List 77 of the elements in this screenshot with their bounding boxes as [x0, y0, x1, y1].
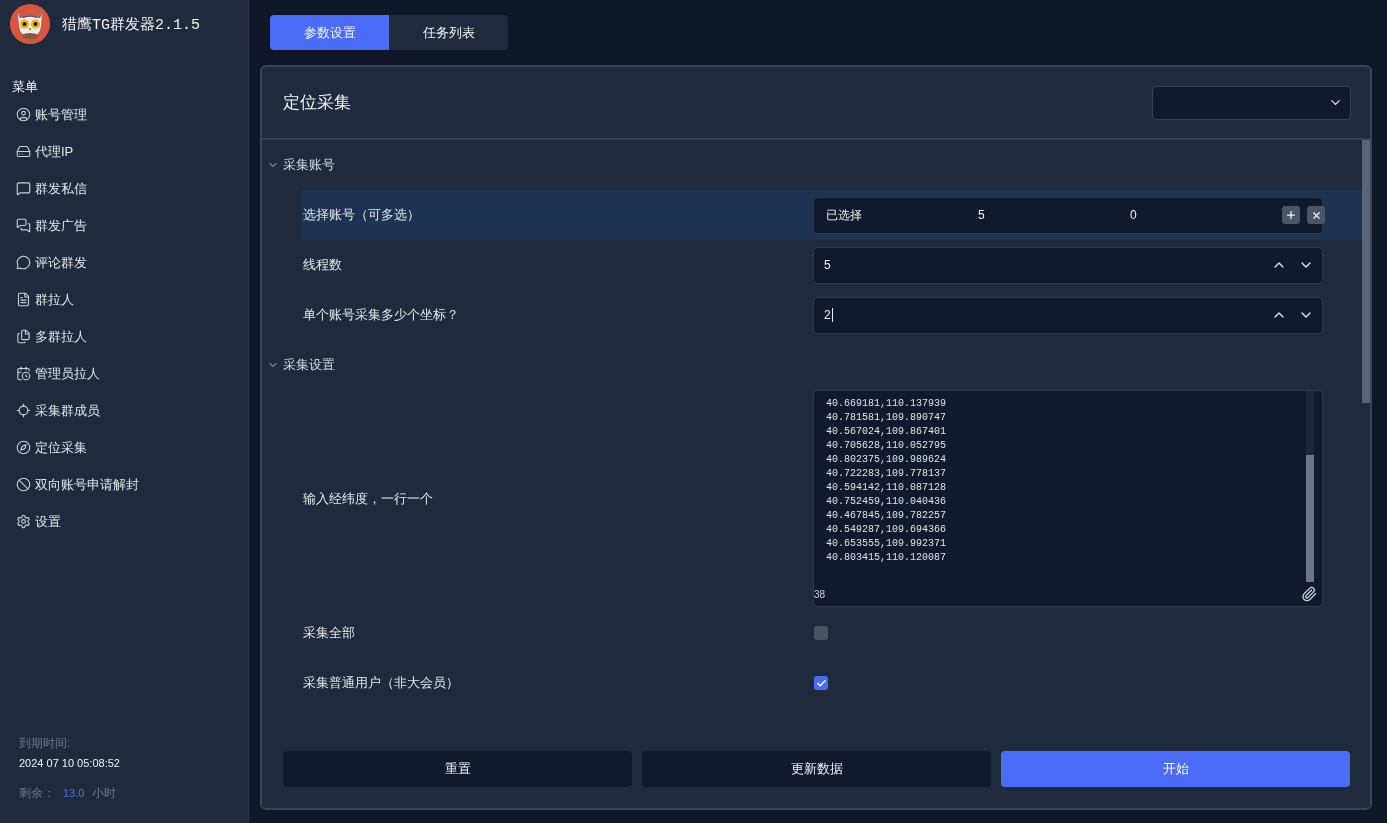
menu-item[interactable]: 采集群成员	[0, 392, 240, 429]
menu-item[interactable]: 设置	[0, 503, 240, 540]
ban-icon	[16, 477, 31, 492]
app-title: 猎鹰TG群发器2.1.5	[62, 15, 200, 34]
coordinate-line: 40.467845,109.782257	[826, 509, 947, 523]
menu-item[interactable]: 定位采集	[0, 429, 240, 466]
coordinate-line: 40.567024,109.867401	[826, 425, 947, 439]
paperclip-icon[interactable]	[1301, 586, 1317, 602]
input-value: 5	[824, 258, 831, 272]
section-header[interactable]: 采集账号	[262, 140, 335, 190]
picker-value: 0	[1130, 208, 1138, 222]
picker-value: 已选择	[826, 206, 863, 224]
character-count: 38	[814, 588, 826, 600]
menu-item[interactable]: 多群拉人	[0, 318, 240, 355]
panel-title: 定位采集	[283, 92, 351, 114]
user-circle-icon	[16, 107, 31, 122]
coordinate-line: 40.722283,109.778137	[826, 467, 947, 481]
coordinate-line: 40.549287,109.694366	[826, 523, 947, 537]
section-header[interactable]: 采集设置	[262, 340, 335, 390]
tab[interactable]: 任务列表	[389, 15, 508, 50]
input-value: 2	[824, 308, 831, 322]
coordinate-line: 40.752459,110.040436	[826, 495, 947, 509]
expiry-date: 2024 07 10 05:08:52	[19, 756, 120, 771]
menu-item[interactable]: 代理IP	[0, 133, 240, 170]
settings-icon	[16, 514, 31, 529]
field-label: 线程数	[303, 256, 342, 274]
check-icon	[815, 677, 827, 689]
coordinate-line: 40.705628,110.052795	[826, 439, 947, 453]
close-icon	[1310, 209, 1322, 221]
number-input[interactable]: 5	[813, 246, 1323, 284]
crosshair-icon	[16, 403, 31, 418]
scrollbar[interactable]	[1306, 391, 1314, 582]
owl-logo-icon	[10, 4, 50, 44]
menu-item[interactable]: 账号管理	[0, 96, 240, 133]
coordinate-line: 40.594142,110.087128	[826, 481, 947, 495]
field-label: 采集全部	[303, 624, 355, 642]
remaining-label: 剩余：	[19, 785, 55, 801]
calendar-clock-icon	[16, 366, 31, 381]
coordinate-line: 40.781581,109.890747	[826, 411, 947, 425]
checkbox[interactable]	[814, 676, 828, 690]
coordinate-line: 40.653555,109.992371	[826, 537, 947, 551]
menu-item[interactable]: 评论群发	[0, 244, 240, 281]
checkbox[interactable]	[814, 626, 828, 640]
remaining-unit: 小时	[92, 785, 117, 801]
action-button[interactable]: 更新数据	[642, 751, 991, 787]
coordinate-line: 40.669181,110.137939	[826, 397, 947, 411]
menu-item[interactable]: 双向账号申请解封	[0, 466, 240, 503]
action-button[interactable]: 重置	[283, 751, 632, 787]
field-label: 输入经纬度，一行一个	[303, 489, 433, 508]
drive-icon	[16, 144, 31, 159]
coordinate-line: 40.803415,110.120087	[826, 551, 947, 565]
compass-icon	[16, 440, 31, 455]
document-icon	[16, 292, 31, 307]
account-picker[interactable]: 已选择 5 0	[813, 196, 1323, 234]
tab[interactable]: 参数设置	[270, 15, 389, 50]
expiry-label: 到期时间:	[19, 735, 71, 751]
chat-bubble-icon	[16, 181, 31, 196]
menu-item[interactable]: 管理员拉人	[0, 355, 240, 392]
clear-button[interactable]	[1307, 206, 1325, 224]
picker-value: 5	[978, 208, 986, 222]
number-input[interactable]: 2	[813, 296, 1323, 334]
plus-icon	[1285, 209, 1297, 221]
action-button[interactable]: 开始	[1001, 751, 1350, 787]
coordinates-field[interactable]	[813, 390, 1323, 607]
field-label: 选择账号（可多选）	[303, 206, 420, 224]
remaining-value: 13.0	[63, 786, 85, 801]
chat-bubbles-icon	[16, 218, 31, 233]
field-label: 单个账号采集多少个坐标？	[303, 306, 459, 324]
menu-item[interactable]: 群发广告	[0, 207, 240, 244]
field-label: 采集普通用户（非大会员）	[303, 674, 459, 692]
menu-heading: 菜单	[11, 79, 39, 95]
add-button[interactable]	[1282, 206, 1300, 224]
coordinate-line: 40.802375,109.989624	[826, 453, 947, 467]
scrollbar[interactable]	[1362, 140, 1370, 403]
menu-item[interactable]: 群拉人	[0, 281, 240, 318]
menu-item[interactable]: 群发私信	[0, 170, 240, 207]
documents-icon	[16, 329, 31, 344]
